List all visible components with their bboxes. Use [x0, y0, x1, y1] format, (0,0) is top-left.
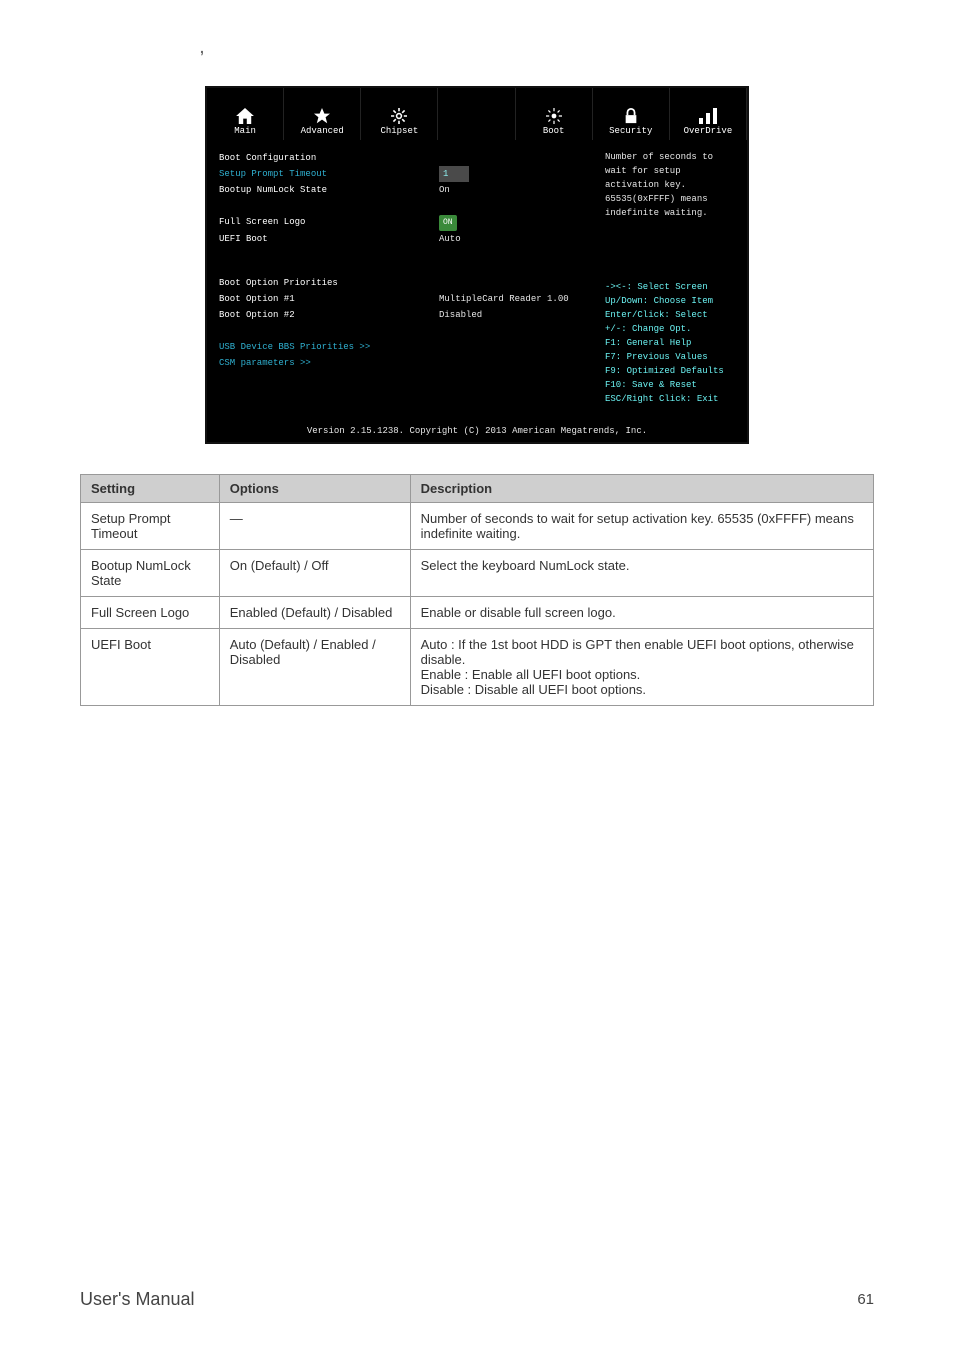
help-line: ESC/Right Click: Exit: [605, 392, 739, 406]
table-row: UEFI Boot Auto (Default) / Enabled / Dis…: [81, 629, 874, 706]
table-row: Full Screen Logo Enabled (Default) / Dis…: [81, 597, 874, 629]
home-icon: [236, 108, 254, 124]
cell-setting: Bootup NumLock State: [81, 550, 220, 597]
bios-version-footer: Version 2.15.1238. Copyright (C) 2013 Am…: [207, 420, 747, 442]
bars-icon: [699, 108, 717, 124]
cell-setting: Setup Prompt Timeout: [81, 503, 220, 550]
cell-desc: Number of seconds to wait for setup acti…: [410, 503, 873, 550]
full-logo-label[interactable]: Full Screen Logo: [219, 214, 439, 231]
usb-prio-link[interactable]: USB Device BBS Priorities >>: [219, 339, 439, 355]
th-options: Options: [219, 475, 410, 503]
tab-overdrive[interactable]: OverDrive: [670, 88, 747, 140]
bios-left-pane: Boot Configuration Setup Prompt Timeout …: [207, 140, 597, 420]
numlock-value: On: [439, 182, 450, 198]
tab-label: OverDrive: [684, 126, 733, 136]
tab-label: Security: [609, 126, 652, 136]
th-setting: Setting: [81, 475, 220, 503]
help-line: F1: General Help: [605, 336, 739, 350]
tab-label: Boot: [543, 126, 565, 136]
help-line: +/-: Change Opt.: [605, 322, 739, 336]
csm-link[interactable]: CSM parameters >>: [219, 355, 439, 371]
tab-chipset[interactable]: Chipset: [361, 88, 438, 140]
tab-label: Main: [234, 126, 256, 136]
gear-icon: [390, 108, 408, 124]
help-line: F7: Previous Values: [605, 350, 739, 364]
numlock-label[interactable]: Bootup NumLock State: [219, 182, 439, 198]
help-line: Enter/Click: Select: [605, 308, 739, 322]
cell-desc: Enable or disable full screen logo.: [410, 597, 873, 629]
tab-label: Chipset: [380, 126, 418, 136]
bios-help-desc: Number of seconds to wait for setup acti…: [605, 150, 739, 220]
boot1-label[interactable]: Boot Option #1: [219, 291, 439, 307]
cell-setting: UEFI Boot: [81, 629, 220, 706]
help-line: F9: Optimized Defaults: [605, 364, 739, 378]
th-description: Description: [410, 475, 873, 503]
cell-desc: Select the keyboard NumLock state.: [410, 550, 873, 597]
cell-options: On (Default) / Off: [219, 550, 410, 597]
tab-label: Advanced: [301, 126, 344, 136]
help-line: F10: Save & Reset: [605, 378, 739, 392]
tab-advanced[interactable]: Advanced: [284, 88, 361, 140]
setup-prompt-label[interactable]: Setup Prompt Timeout: [219, 166, 439, 182]
bios-tabbar: Main Advanced Chipset Bo: [207, 88, 747, 140]
full-logo-value[interactable]: ON: [439, 214, 457, 231]
boot-prio-header: Boot Option Priorities: [219, 275, 439, 291]
uefi-label[interactable]: UEFI Boot: [219, 231, 439, 247]
boot2-value: Disabled: [439, 307, 482, 323]
boot-config-header: Boot Configuration: [219, 150, 439, 166]
stray-comma: ,: [200, 40, 874, 56]
tab-empty: [438, 88, 515, 140]
cell-desc: Auto : If the 1st boot HDD is GPT then e…: [410, 629, 873, 706]
page-number: 61: [857, 1291, 874, 1308]
uefi-value: Auto: [439, 231, 461, 247]
settings-table: Setting Options Description Setup Prompt…: [80, 474, 874, 706]
cell-setting: Full Screen Logo: [81, 597, 220, 629]
footer-label: User's Manual: [80, 1289, 194, 1310]
cell-options: Auto (Default) / Enabled / Disabled: [219, 629, 410, 706]
bios-help-pane: Number of seconds to wait for setup acti…: [597, 140, 747, 420]
table-row: Setup Prompt Timeout — Number of seconds…: [81, 503, 874, 550]
boot1-value: MultipleCard Reader 1.00: [439, 291, 569, 307]
sun-icon: [545, 108, 563, 124]
help-line: Up/Down: Choose Item: [605, 294, 739, 308]
bios-screenshot: Main Advanced Chipset Bo: [205, 86, 749, 444]
help-line: -><-: Select Screen: [605, 280, 739, 294]
tab-boot[interactable]: Boot: [516, 88, 593, 140]
star-icon: [313, 108, 331, 124]
tab-main[interactable]: Main: [207, 88, 284, 140]
table-row: Bootup NumLock State On (Default) / Off …: [81, 550, 874, 597]
cell-options: —: [219, 503, 410, 550]
tab-security[interactable]: Security: [593, 88, 670, 140]
cell-options: Enabled (Default) / Disabled: [219, 597, 410, 629]
boot2-label[interactable]: Boot Option #2: [219, 307, 439, 323]
lock-icon: [622, 108, 640, 124]
setup-prompt-value[interactable]: 1: [439, 166, 469, 182]
